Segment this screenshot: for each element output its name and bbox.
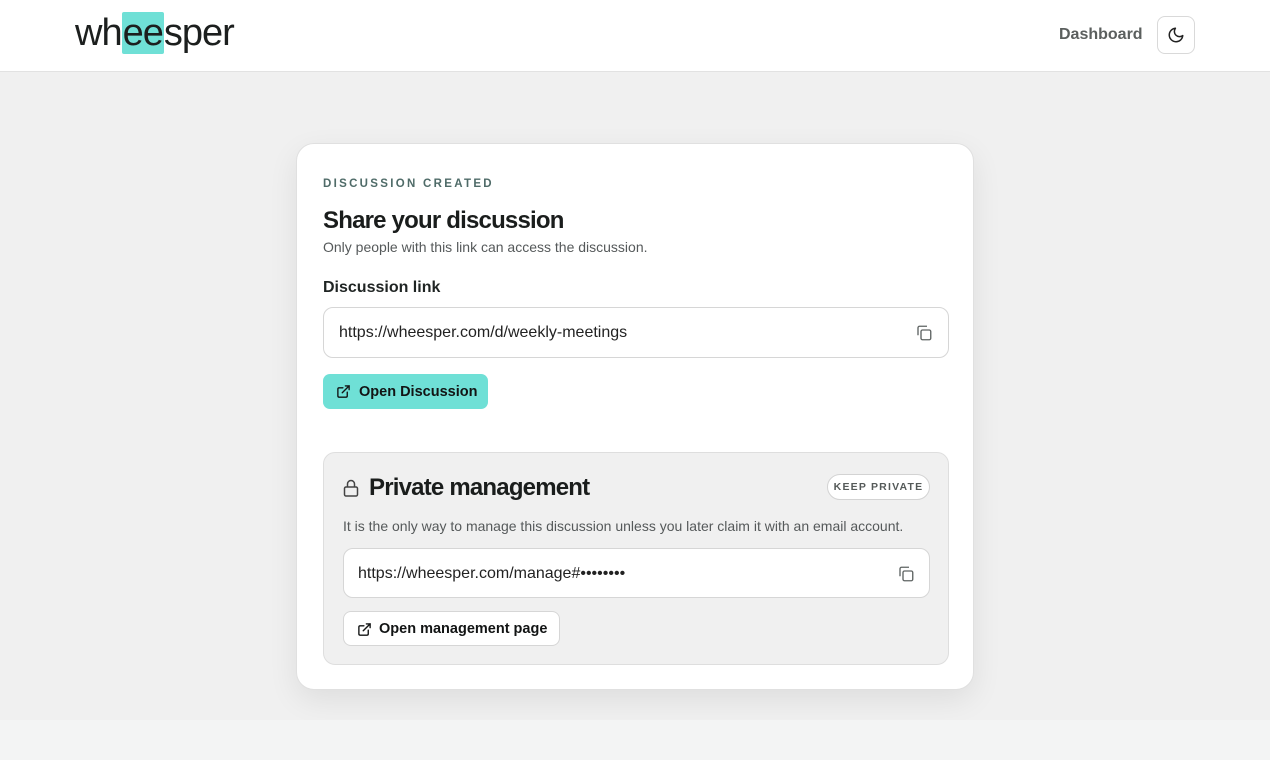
logo-text-end: sper — [163, 12, 235, 54]
wheesper-logo[interactable]: wheesper — [75, 12, 235, 54]
external-link-icon — [358, 623, 371, 636]
external-link-icon — [337, 385, 350, 398]
moon-icon — [1168, 27, 1184, 43]
footer-strip — [0, 720, 1270, 760]
private-management-title: Private management — [369, 474, 590, 501]
card-subtitle: Only people with this link can access th… — [323, 239, 648, 255]
open-management-page-button[interactable]: Open management page — [343, 611, 560, 646]
management-link-field[interactable]: https://wheesper.com/manage#•••••••• — [343, 548, 930, 598]
copy-icon — [917, 325, 932, 341]
top-navigation-bar: wheesper Dashboard — [0, 0, 1270, 72]
logo-text-start: wh — [75, 12, 123, 54]
open-management-label: Open management page — [379, 621, 548, 637]
discussion-link-label: Discussion link — [323, 279, 441, 296]
open-discussion-button[interactable]: Open Discussion — [323, 374, 488, 409]
lock-icon — [343, 479, 359, 497]
discussion-link-value[interactable]: https://wheesper.com/d/weekly-meetings — [339, 323, 627, 343]
copy-management-link-button[interactable] — [895, 563, 917, 585]
card-title: Share your discussion — [323, 207, 564, 234]
copy-icon — [899, 566, 914, 582]
copy-discussion-link-button[interactable] — [913, 322, 935, 344]
private-management-panel: Private management KEEP PRIVATE It is th… — [323, 452, 949, 665]
open-discussion-label: Open Discussion — [359, 384, 478, 400]
logo-text-highlight: ee — [121, 12, 164, 54]
status-eyebrow: DISCUSSION CREATED — [323, 178, 494, 190]
keep-private-badge: KEEP PRIVATE — [827, 474, 930, 500]
dashboard-link[interactable]: Dashboard — [1059, 25, 1143, 45]
discussion-link-field[interactable]: https://wheesper.com/d/weekly-meetings — [323, 307, 949, 358]
management-link-value[interactable]: https://wheesper.com/manage#•••••••• — [358, 564, 625, 584]
theme-toggle-button[interactable] — [1157, 16, 1195, 54]
share-discussion-card: DISCUSSION CREATED Share your discussion… — [296, 143, 974, 690]
private-management-description: It is the only way to manage this discus… — [343, 518, 904, 534]
